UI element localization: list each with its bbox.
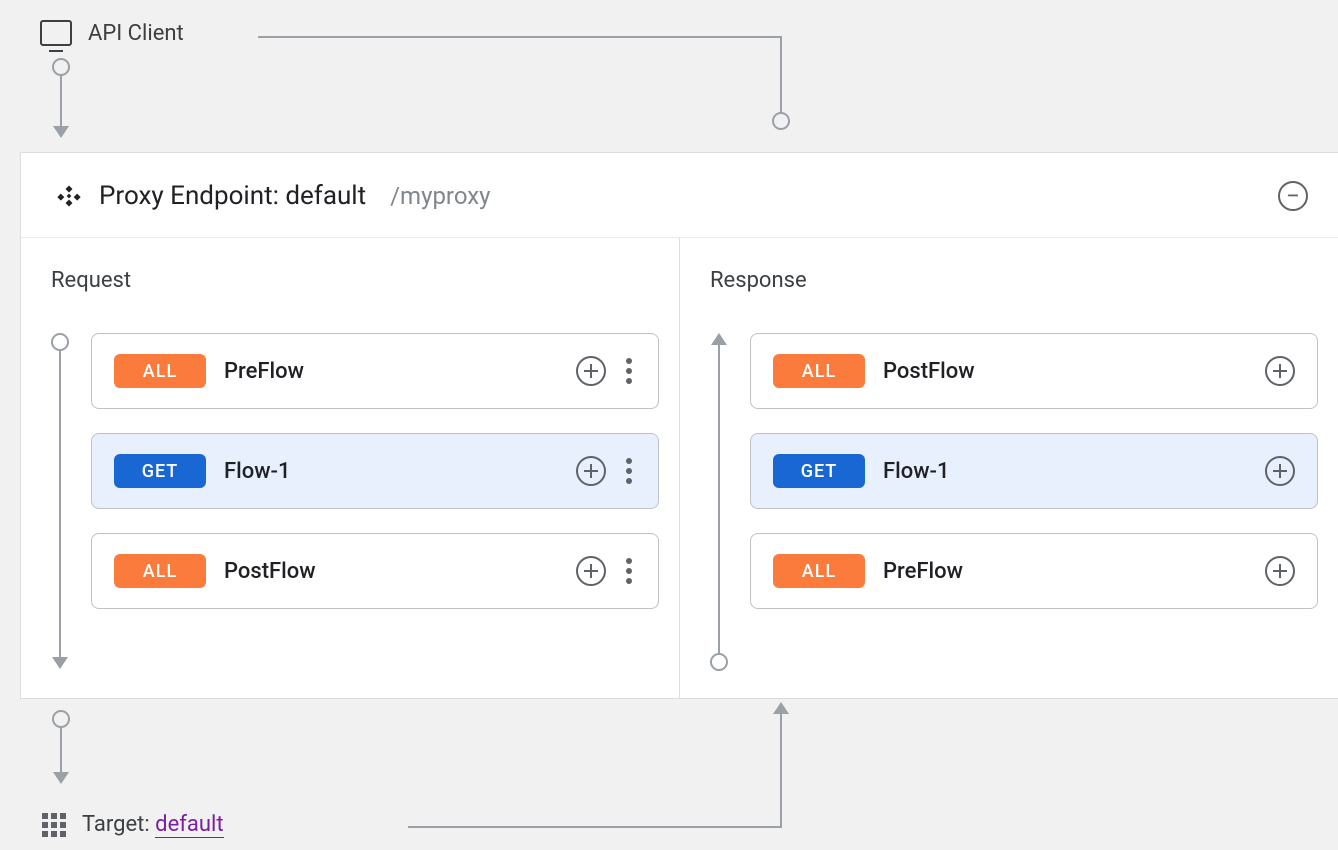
proxy-endpoint-title: Proxy Endpoint: default: [99, 181, 366, 211]
target-label: Target: default: [82, 812, 224, 837]
connector-line: [408, 826, 782, 828]
flow-card-preflow[interactable]: ALL PreFlow: [750, 533, 1318, 609]
connector-line: [258, 36, 782, 38]
proxy-endpoint-header: Proxy Endpoint: default /myproxy −: [21, 153, 1338, 238]
proxy-name: default: [285, 181, 366, 211]
response-panel: Response ALL PostFlow GET Flow-1: [680, 238, 1338, 698]
collapse-button[interactable]: −: [1278, 181, 1308, 211]
connector-node-icon: [772, 112, 790, 130]
add-policy-button[interactable]: [576, 356, 606, 386]
flow-card-preflow[interactable]: ALL PreFlow: [91, 333, 659, 409]
add-policy-button[interactable]: [1265, 556, 1295, 586]
pipeline-line: [718, 343, 720, 653]
flow-card-flow1[interactable]: GET Flow-1: [750, 433, 1318, 509]
api-client-label: API Client: [88, 21, 184, 46]
add-policy-button[interactable]: [576, 456, 606, 486]
proxy-base-path: /myproxy: [390, 182, 490, 210]
target-link[interactable]: default: [155, 812, 223, 838]
more-options-button[interactable]: [622, 554, 636, 588]
proxy-body: Request ALL PreFlow GET Flow-1: [21, 238, 1338, 698]
target-row: Target: default: [42, 812, 224, 837]
flow-name: PreFlow: [224, 359, 558, 384]
request-title: Request: [51, 268, 659, 293]
request-pipeline: ALL PreFlow GET Flow-1 ALL: [51, 333, 659, 609]
pipeline-start-icon: [710, 653, 728, 671]
connector-line: [780, 711, 782, 828]
connector-line: [780, 36, 782, 114]
more-options-button[interactable]: [622, 354, 636, 388]
flow-card-postflow[interactable]: ALL PostFlow: [750, 333, 1318, 409]
target-icon: [42, 813, 66, 837]
method-badge: GET: [114, 454, 206, 488]
flow-name: PostFlow: [883, 359, 1247, 384]
proxy-endpoint-icon: [55, 182, 83, 210]
method-badge: ALL: [773, 554, 865, 588]
proxy-title-prefix: Proxy Endpoint:: [99, 181, 279, 211]
target-label-text: Target:: [82, 812, 150, 837]
flow-card-flow1[interactable]: GET Flow-1: [91, 433, 659, 509]
api-client-row: API Client: [40, 20, 184, 46]
method-badge: GET: [773, 454, 865, 488]
target-arrow-down: [52, 710, 70, 784]
response-title: Response: [710, 268, 1318, 293]
arrow-down-icon: [52, 657, 68, 669]
pipeline-line: [59, 351, 61, 661]
request-arrow-down: [52, 58, 70, 138]
add-policy-button[interactable]: [576, 556, 606, 586]
add-policy-button[interactable]: [1265, 356, 1295, 386]
flow-name: Flow-1: [224, 459, 558, 484]
proxy-endpoint-card: Proxy Endpoint: default /myproxy − Reque…: [20, 152, 1338, 699]
request-panel: Request ALL PreFlow GET Flow-1: [21, 238, 680, 698]
response-pipeline: ALL PostFlow GET Flow-1 ALL PreFlow: [710, 333, 1318, 609]
add-policy-button[interactable]: [1265, 456, 1295, 486]
flow-name: PreFlow: [883, 559, 1247, 584]
monitor-icon: [40, 20, 72, 46]
method-badge: ALL: [114, 554, 206, 588]
flow-name: Flow-1: [883, 459, 1247, 484]
method-badge: ALL: [114, 354, 206, 388]
flow-card-postflow[interactable]: ALL PostFlow: [91, 533, 659, 609]
flow-name: PostFlow: [224, 559, 558, 584]
pipeline-start-icon: [51, 333, 69, 351]
method-badge: ALL: [773, 354, 865, 388]
more-options-button[interactable]: [622, 454, 636, 488]
